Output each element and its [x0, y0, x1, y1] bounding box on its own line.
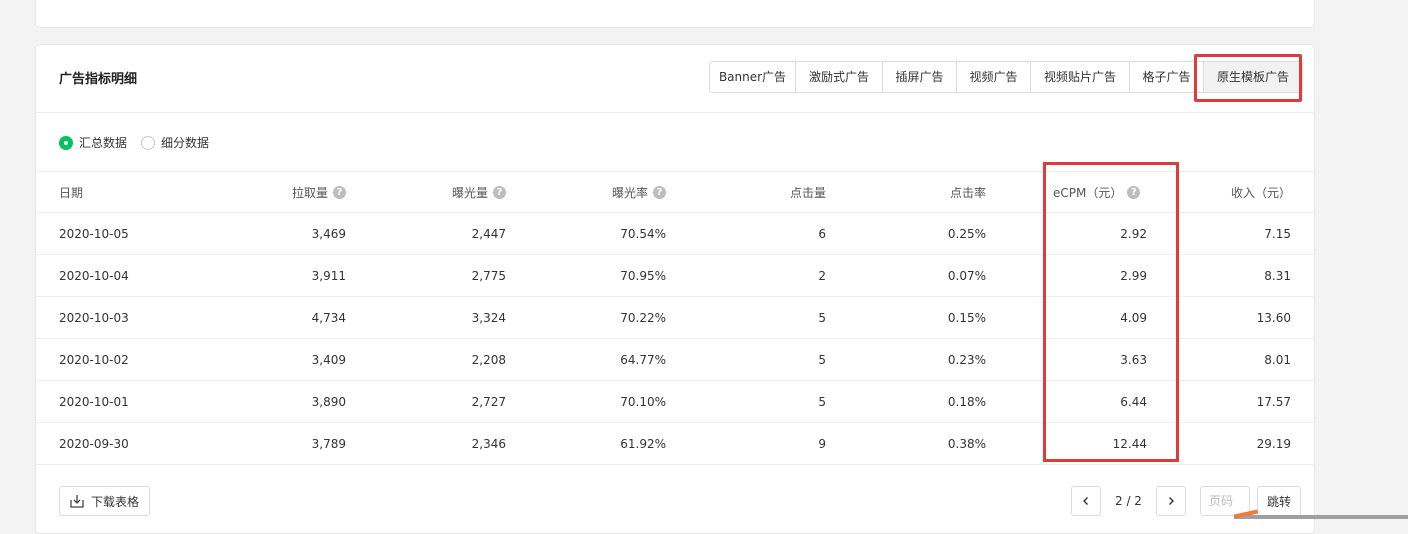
table-row: 2020-10-02 3,409 2,208 64.77% 5 0.23% 3.63 8.01 — [36, 339, 1314, 381]
radio-summary-label: 汇总数据 — [79, 136, 128, 150]
chevron-right-icon — [1168, 497, 1174, 505]
cell-clicks: 5 — [818, 352, 826, 367]
question-circle-icon[interactable]: ? — [333, 185, 346, 199]
cell-impressions: 2,208 — [471, 352, 506, 367]
cell-date: 2020-10-05 — [59, 226, 129, 241]
cell-date: 2020-10-03 — [59, 310, 129, 325]
question-circle-icon[interactable]: ? — [1127, 185, 1141, 199]
cell-ecpm: 3.63 — [1120, 352, 1147, 367]
chevron-left-icon — [1083, 497, 1088, 505]
cell-impression-rate: 70.95% — [620, 268, 666, 283]
download-table-button[interactable]: 下载表格 — [59, 486, 151, 516]
prev-page-button[interactable] — [1071, 486, 1101, 516]
table-row: 2020-10-01 3,890 2,727 70.10% 5 0.18% 6.44 17.5… — [36, 381, 1314, 423]
cell-revenue: 17.57 — [1256, 394, 1291, 409]
cell-ecpm: 2.99 — [1120, 268, 1147, 283]
cell-impressions: 2,346 — [471, 436, 506, 451]
cell-impression-rate: 70.10% — [620, 394, 666, 409]
download-icon — [70, 495, 84, 508]
data-mode-radios: 汇总数据 细分数据 — [59, 134, 223, 151]
cell-revenue: 29.19 — [1256, 436, 1291, 451]
cell-clicks: 5 — [818, 310, 826, 325]
cell-requests: 4,734 — [311, 310, 346, 325]
card-header: 广告指标明细 Banner广告 激励式广告 插屏广告 视频广告 视频贴片广告 格… — [36, 45, 1314, 113]
cell-impression-rate: 64.77% — [620, 352, 666, 367]
cell-impression-rate: 61.92% — [620, 436, 666, 451]
table-row: 2020-10-03 4,734 3,324 70.22% 5 0.15% 4.09 13.6… — [36, 297, 1314, 339]
cell-requests: 3,409 — [311, 352, 346, 367]
table-row: 2020-10-05 3,469 2,447 70.54% 6 0.25% 2.92 7.15 — [36, 213, 1314, 255]
radio-summary[interactable]: 汇总数据 — [59, 134, 127, 151]
pagination: 2 / 2 跳转 — [1071, 486, 1301, 516]
cell-clicks: 2 — [818, 268, 826, 283]
header-revenue: 收入（元） — [1230, 185, 1291, 200]
cell-requests: 3,789 — [311, 436, 346, 451]
cell-ctr: 0.15% — [947, 310, 986, 325]
radio-detail[interactable]: 细分数据 — [141, 134, 209, 151]
cell-ecpm: 4.09 — [1120, 310, 1147, 325]
download-label: 下载表格 — [91, 494, 140, 509]
cell-date: 2020-10-02 — [59, 352, 129, 367]
cell-clicks: 9 — [818, 436, 826, 451]
tab-native-template[interactable]: 原生模板广告 — [1203, 61, 1303, 93]
cell-ctr: 0.18% — [947, 394, 986, 409]
cell-revenue: 8.31 — [1264, 268, 1291, 283]
card-title: 广告指标明细 — [59, 72, 138, 87]
overlay-bar — [1234, 515, 1408, 519]
radio-unchecked-icon — [141, 135, 156, 150]
header-clicks: 点击量 — [789, 185, 826, 200]
previous-card — [35, 0, 1315, 28]
header-impression-rate: 曝光率? — [612, 172, 666, 212]
cell-clicks: 6 — [818, 226, 826, 241]
header-impressions: 曝光量? — [452, 172, 506, 212]
tab-rewarded[interactable]: 激励式广告 — [795, 61, 883, 93]
page-info: 2 / 2 — [1115, 494, 1142, 508]
cell-ecpm: 6.44 — [1120, 394, 1147, 409]
cell-ctr: 0.25% — [947, 226, 986, 241]
jump-button[interactable]: 跳转 — [1256, 486, 1301, 516]
question-circle-icon[interactable]: ? — [653, 185, 666, 199]
tab-interstitial[interactable]: 插屏广告 — [882, 61, 957, 93]
question-circle-icon[interactable]: ? — [493, 185, 506, 199]
tab-banner[interactable]: Banner广告 — [709, 61, 796, 93]
tab-video[interactable]: 视频广告 — [956, 61, 1031, 93]
cell-requests: 3,469 — [311, 226, 346, 241]
radio-detail-label: 细分数据 — [161, 136, 210, 150]
cell-ctr: 0.23% — [947, 352, 986, 367]
cell-date: 2020-10-04 — [59, 268, 129, 283]
tab-video-preroll[interactable]: 视频贴片广告 — [1030, 61, 1130, 93]
header-ctr: 点击率 — [949, 185, 986, 200]
cell-impressions: 2,447 — [471, 226, 506, 241]
cell-ecpm: 12.44 — [1112, 436, 1147, 451]
radio-checked-icon — [59, 135, 73, 150]
header-date: 日期 — [59, 185, 84, 200]
cell-impression-rate: 70.54% — [620, 226, 666, 241]
cell-revenue: 7.15 — [1264, 226, 1291, 241]
cell-ctr: 0.07% — [947, 268, 986, 283]
cell-impressions: 3,324 — [471, 310, 506, 325]
cell-impressions: 2,775 — [471, 268, 506, 283]
cell-date: 2020-09-30 — [59, 436, 129, 451]
cell-clicks: 5 — [818, 394, 826, 409]
header-ecpm: eCPM（元）? — [1053, 172, 1141, 212]
header-requests: 拉取量? — [292, 172, 346, 212]
ad-type-tabs: Banner广告 激励式广告 插屏广告 视频广告 视频贴片广告 格子广告 原生模… — [709, 61, 1303, 93]
metrics-table: 日期 拉取量? 曝光量? 曝光率? 点击量 点击率 eCPM（元）? 收入（元）… — [36, 171, 1314, 465]
table-row: 2020-10-04 3,911 2,775 70.95% 2 0.07% 2.99 8.31 — [36, 255, 1314, 297]
cell-ecpm: 2.92 — [1120, 226, 1147, 241]
tab-grid[interactable]: 格子广告 — [1129, 61, 1204, 93]
cell-revenue: 8.01 — [1264, 352, 1291, 367]
cell-requests: 3,911 — [311, 268, 346, 283]
cell-requests: 3,890 — [311, 394, 346, 409]
cell-impression-rate: 70.22% — [620, 310, 666, 325]
cell-ctr: 0.38% — [947, 436, 986, 451]
table-row: 2020-09-30 3,789 2,346 61.92% 9 0.38% 12.44 29.… — [36, 423, 1314, 465]
cell-impressions: 2,727 — [471, 394, 506, 409]
cell-date: 2020-10-01 — [59, 394, 129, 409]
ad-metrics-card: 广告指标明细 Banner广告 激励式广告 插屏广告 视频广告 视频贴片广告 格… — [35, 44, 1315, 534]
table-header-row: 日期 拉取量? 曝光量? 曝光率? 点击量 点击率 eCPM（元）? 收入（元） — [36, 171, 1314, 213]
cell-revenue: 13.60 — [1256, 310, 1291, 325]
table-body: 2020-10-05 3,469 2,447 70.54% 6 0.25% 2.92 7.15… — [36, 213, 1314, 465]
next-page-button[interactable] — [1155, 486, 1186, 516]
